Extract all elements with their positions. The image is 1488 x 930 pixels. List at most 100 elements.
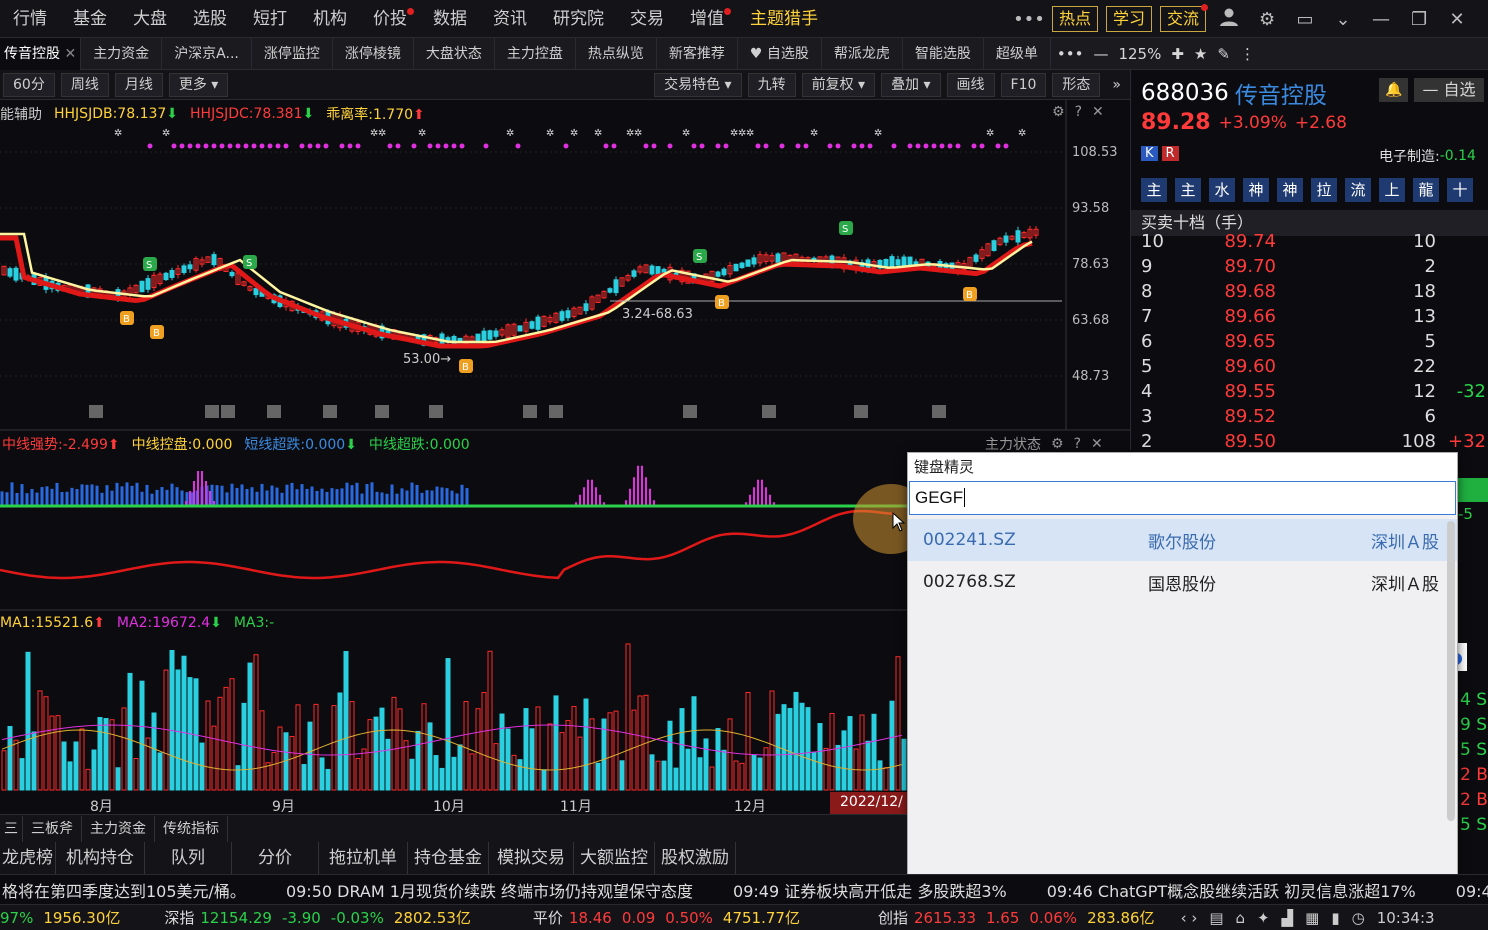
hot-button[interactable]: 热点: [1052, 6, 1099, 32]
home-icon[interactable]: ⌂: [1236, 909, 1246, 927]
menu-jiatou[interactable]: 价投: [360, 0, 420, 38]
orderbook-row[interactable]: 6 89.65 5: [1131, 329, 1488, 354]
tag[interactable]: 龍: [1413, 178, 1439, 202]
tag[interactable]: 十: [1447, 178, 1473, 202]
function-tab[interactable]: 股权激励: [655, 842, 736, 874]
menu-duanda[interactable]: 短打: [240, 0, 300, 38]
star-icon[interactable]: ★: [1194, 45, 1207, 63]
orderbook-row[interactable]: 7 89.66 13: [1131, 304, 1488, 329]
tab-zhuli-kongpan[interactable]: 主力控盘: [495, 37, 576, 70]
menu-zhuti[interactable]: 主题猎手: [737, 0, 831, 38]
tag[interactable]: 主: [1175, 178, 1201, 202]
study-button[interactable]: 学习: [1106, 6, 1153, 32]
help-icon[interactable]: ?: [1074, 436, 1081, 452]
function-tab[interactable]: 龙虎榜: [0, 842, 56, 874]
tab-dapan-zhuangtai[interactable]: 大盘状态: [414, 37, 495, 70]
message-icon[interactable]: ▦: [1305, 909, 1319, 927]
news-item[interactable]: 09:50 DRAM 1月现货价续跌 终端市场仍持观望保守态度: [286, 878, 693, 902]
scrollbar[interactable]: [1447, 521, 1455, 821]
result-row[interactable]: 002241.SZ 歌尔股份 深圳Ａ股: [908, 519, 1457, 561]
chart-icon[interactable]: ▟: [1282, 909, 1294, 927]
indicator-tab[interactable]: 传统指标: [155, 815, 228, 842]
user-icon[interactable]: [1210, 7, 1248, 32]
k-badge[interactable]: K: [1141, 146, 1158, 161]
zoom-out-icon[interactable]: —: [1093, 45, 1108, 63]
gear-icon[interactable]: ⚙: [1052, 104, 1065, 120]
index-name[interactable]: 深指: [164, 907, 194, 928]
gear-icon[interactable]: ⚙: [1248, 9, 1286, 30]
tool-jiuzhuan[interactable]: 九转: [747, 72, 796, 97]
minimize-icon[interactable]: —: [1362, 9, 1400, 30]
menu-dapan[interactable]: 大盘: [120, 0, 180, 38]
menu-shuju[interactable]: 数据: [420, 0, 480, 38]
index-name[interactable]: 创指: [878, 907, 908, 928]
orderbook-row[interactable]: 3 89.52 6: [1131, 404, 1488, 429]
menu-yanjiuyuan[interactable]: 研究院: [540, 0, 617, 38]
tab-zhangting-lengjing[interactable]: 涨停棱镜: [333, 37, 414, 70]
result-row[interactable]: 002768.SZ 国恩股份 深圳Ａ股: [908, 561, 1457, 603]
function-tab[interactable]: 拖拉机单: [319, 842, 408, 874]
help-icon[interactable]: ?: [1075, 104, 1082, 120]
orderbook-row[interactable]: 9 89.70 2: [1131, 254, 1488, 279]
tag[interactable]: 神: [1243, 178, 1269, 202]
tab-zhineng[interactable]: 智能选股: [903, 37, 984, 70]
indicator-tab[interactable]: 三: [0, 815, 23, 842]
function-tab[interactable]: 大额监控: [574, 842, 655, 874]
menu-zixun[interactable]: 资讯: [480, 0, 540, 38]
restore-icon[interactable]: ❐: [1400, 9, 1438, 30]
news-item[interactable]: 09:44 港: [1456, 878, 1488, 902]
window-icon[interactable]: ▭: [1286, 9, 1324, 30]
orderbook-row[interactable]: 4 89.55 12 -32: [1131, 379, 1488, 404]
menu-xuangu[interactable]: 选股: [180, 0, 240, 38]
close-icon[interactable]: ✕: [64, 46, 76, 62]
tag[interactable]: 上: [1379, 178, 1405, 202]
tab-stock[interactable]: 传音控股 ✕: [0, 37, 82, 70]
tool-diejia[interactable]: 叠加 ▾: [881, 72, 941, 97]
orderbook-row[interactable]: 5 89.60 22: [1131, 354, 1488, 379]
tab-hushenjing[interactable]: 沪深京A...: [162, 37, 252, 70]
settings-icon[interactable]: ✦: [1257, 909, 1270, 927]
tag[interactable]: 水: [1209, 178, 1235, 202]
function-tab[interactable]: 机构持仓: [56, 842, 145, 874]
menu-zengzhi[interactable]: 增值: [677, 0, 737, 38]
function-tab[interactable]: 模拟交易: [489, 842, 574, 874]
function-tab[interactable]: 队列: [145, 842, 232, 874]
orderbook-row[interactable]: 2 89.50 108 +32: [1131, 429, 1488, 454]
index-name[interactable]: 平价: [533, 907, 563, 928]
function-tab[interactable]: 持仓基金: [408, 842, 489, 874]
menu-jiaoyi[interactable]: 交易: [617, 0, 677, 38]
gear-icon[interactable]: ⚙: [1051, 436, 1064, 452]
indicator-tab[interactable]: 主力资金: [82, 815, 155, 842]
menu-jigou[interactable]: 机构: [300, 0, 360, 38]
printer-icon[interactable]: ▤: [1209, 909, 1223, 927]
tab-zhangting-jiankong[interactable]: 涨停监控: [252, 37, 333, 70]
tab-redian-zonglan[interactable]: 热点纵览: [576, 37, 657, 70]
add-watch-button[interactable]: — 自选: [1414, 78, 1484, 102]
tool-xingtai[interactable]: 形态: [1052, 72, 1101, 97]
tab-bangpai[interactable]: 帮派龙虎: [822, 37, 903, 70]
orderbook-row[interactable]: 10 89.74 10: [1131, 229, 1488, 254]
tag[interactable]: 神: [1277, 178, 1303, 202]
tool-f10[interactable]: F10: [1000, 72, 1047, 97]
more-icon[interactable]: •••: [1057, 45, 1084, 63]
more-vertical-icon[interactable]: ⋮: [1240, 45, 1255, 63]
tool-jiaoyi-tese[interactable]: 交易特色 ▾: [654, 72, 742, 97]
period-month[interactable]: 月线: [114, 72, 163, 97]
tag[interactable]: 流: [1345, 178, 1371, 202]
search-input[interactable]: GEGF: [909, 481, 1456, 515]
news-item[interactable]: 09:49 证券板块高开低走 多股跌超3%: [733, 878, 1007, 902]
zoom-in-icon[interactable]: ✚: [1171, 45, 1184, 63]
pen-icon[interactable]: ✎: [1217, 45, 1230, 63]
chevron-down-icon[interactable]: ⌄: [1324, 9, 1362, 30]
bell-icon[interactable]: 🔔: [1379, 78, 1409, 102]
news-item[interactable]: 格将在第四季度达到105美元/桶。: [2, 878, 246, 902]
period-60min[interactable]: 60分: [3, 72, 55, 97]
tool-huaxian[interactable]: 画线: [946, 72, 995, 97]
r-badge[interactable]: R: [1161, 146, 1179, 161]
tab-zhulizijin[interactable]: 主力资金: [81, 37, 163, 70]
exchange-button[interactable]: 交流: [1160, 4, 1209, 32]
period-week[interactable]: 周线: [60, 72, 109, 97]
period-more[interactable]: 更多 ▾: [168, 72, 229, 97]
news-item[interactable]: 09:46 ChatGPT概念股继续活跃 初灵信息涨超17%: [1047, 878, 1416, 902]
function-tab[interactable]: 分价: [232, 842, 319, 874]
